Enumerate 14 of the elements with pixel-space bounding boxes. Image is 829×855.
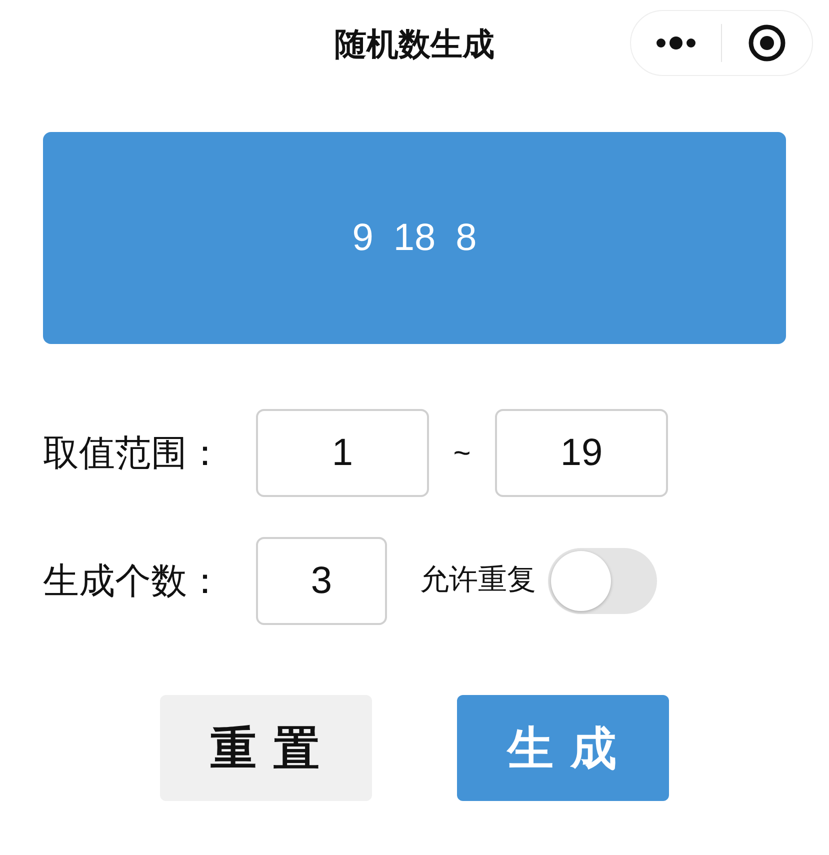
count-label: 生成个数：: [43, 559, 224, 603]
max-field[interactable]: 19: [495, 409, 668, 497]
min-field[interactable]: 1: [256, 409, 429, 497]
allow-repeat-label: 允许重复: [420, 563, 536, 598]
range-label: 取值范围：: [43, 431, 224, 475]
close-icon[interactable]: [748, 24, 786, 62]
reset-button[interactable]: 重 置: [160, 695, 372, 801]
count-field[interactable]: 3: [256, 537, 387, 625]
more-icon[interactable]: [656, 36, 696, 50]
result-number: 8: [456, 216, 477, 260]
result-number: 9: [352, 216, 374, 260]
page-title: 随机数生成: [334, 28, 494, 60]
tilde-separator: ~: [452, 436, 472, 472]
result-number: 18: [393, 216, 436, 260]
